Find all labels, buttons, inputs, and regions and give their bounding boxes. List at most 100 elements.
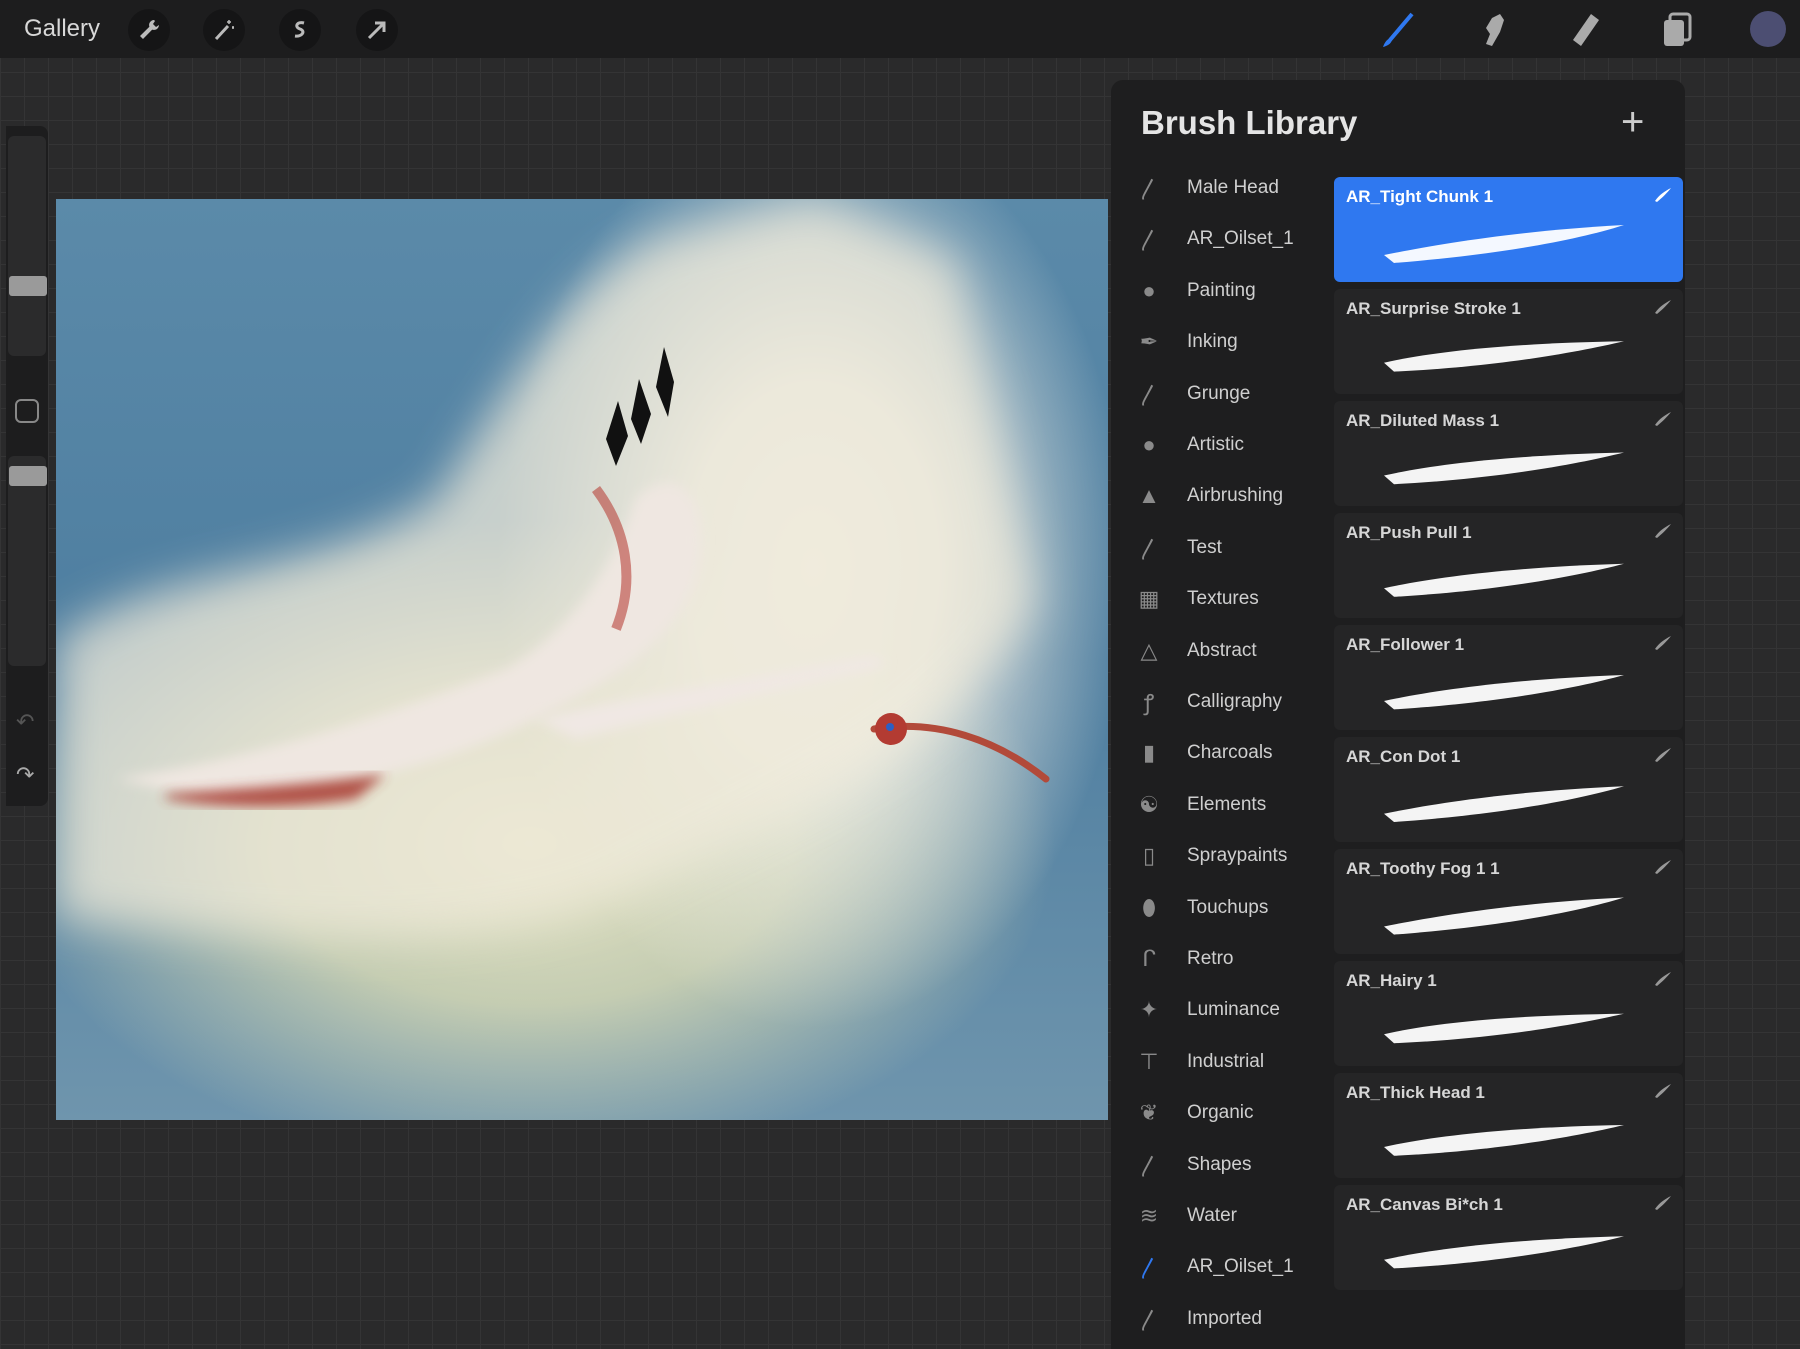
brush-set-label: Imported <box>1187 1307 1262 1329</box>
brush-item[interactable]: AR_Con Dot 1 <box>1334 737 1683 842</box>
brush-set-label: Industrial <box>1187 1050 1265 1072</box>
brush-item[interactable]: AR_Hairy 1 <box>1334 961 1683 1066</box>
brush-item[interactable]: AR_Canvas Bi*ch 1 <box>1334 1185 1683 1290</box>
brush-set-organic[interactable]: ❦ Organic <box>1129 1091 1339 1135</box>
brush-set-artistic[interactable]: ● Artistic <box>1129 423 1339 467</box>
brush-set-touchups[interactable]: ⬮ Touchups <box>1129 886 1339 930</box>
brush-stroke-icon <box>1655 860 1671 874</box>
redo-icon[interactable]: ↷ <box>16 762 34 788</box>
brush-set-male-head[interactable]: 〳 Male Head <box>1129 166 1339 210</box>
brush-set-imported[interactable]: 〳 Imported <box>1129 1297 1339 1341</box>
brush-stroke-preview <box>1384 1013 1624 1044</box>
brush-name: AR_Push Pull 1 <box>1346 523 1472 542</box>
layers-icon[interactable] <box>1656 10 1696 50</box>
brush-stroke-icon: 〳 <box>1137 228 1160 254</box>
brush-item[interactable]: AR_Follower 1 <box>1334 625 1683 730</box>
brush-set-label: Water <box>1187 1205 1237 1226</box>
selection-icon[interactable] <box>279 9 321 51</box>
brush-stroke-icon <box>1655 636 1671 650</box>
brush-stroke-icon <box>1655 1084 1671 1098</box>
brush-name: AR_Surprise Stroke 1 <box>1346 299 1521 318</box>
brush-item[interactable]: AR_Diluted Mass 1 <box>1334 401 1683 506</box>
brush-set-grunge[interactable]: 〳 Grunge <box>1129 372 1339 416</box>
brush-set-label: Touchups <box>1187 896 1269 918</box>
retro-icon: ᒋ <box>1142 946 1156 971</box>
brush-item[interactable]: AR_Surprise Stroke 1 <box>1334 289 1683 394</box>
gallery-button[interactable]: Gallery <box>24 15 100 43</box>
brush-set-water[interactable]: ≋ Water <box>1129 1194 1339 1238</box>
brush-set-calligraphy[interactable]: ꝭ Calligraphy <box>1129 680 1339 724</box>
brush-set-label: Elements <box>1187 793 1267 815</box>
yin-yang-icon: ☯ <box>1139 791 1159 817</box>
brush-icon[interactable] <box>1378 10 1418 50</box>
brush-stroke-preview <box>1384 452 1624 485</box>
brush-library-panel: Brush Library + 〳 Male Head 〳 AR_Oilset_1 ● P… <box>1111 80 1685 1349</box>
color-picker-button[interactable] <box>1750 11 1786 47</box>
brush-set-shapes[interactable]: 〳 Shapes <box>1129 1143 1339 1187</box>
bird-painting <box>56 199 1050 939</box>
opacity-slider[interactable] <box>8 456 47 666</box>
opacity-slider-thumb[interactable] <box>9 466 47 486</box>
brush-item[interactable]: AR_Tight Chunk 1 <box>1334 177 1683 282</box>
brush-stroke-icon: 〳 <box>1137 1307 1160 1333</box>
brush-set-retro[interactable]: ᒋ Retro <box>1129 937 1339 981</box>
undo-icon[interactable]: ↶ <box>16 709 34 735</box>
magic-wand-icon[interactable] <box>203 9 245 51</box>
charcoal-icon: ▮ <box>1142 740 1156 766</box>
brush-set-textures[interactable]: ▦ Textures <box>1129 577 1339 621</box>
spray-can-icon: ▯ <box>1142 843 1156 869</box>
brush-stroke-preview <box>1384 563 1624 597</box>
brush-stroke-preview <box>1384 225 1624 263</box>
eraser-icon[interactable] <box>1565 10 1605 50</box>
brush-stroke-icon <box>1655 300 1671 314</box>
wrench-icon[interactable] <box>128 9 170 51</box>
add-brush-button[interactable]: + <box>1621 102 1644 142</box>
modify-button[interactable] <box>15 399 39 423</box>
smudge-icon[interactable] <box>1472 10 1512 50</box>
brush-size-slider[interactable] <box>8 136 47 356</box>
brush-stroke-icon <box>1655 412 1671 426</box>
brush-stroke-icon <box>1655 748 1671 762</box>
airbrush-icon: ▲ <box>1138 483 1160 509</box>
touchup-icon: ⬮ <box>1142 894 1156 920</box>
brush-stroke-icon: 〳 <box>1137 1256 1160 1282</box>
brush-set-painting[interactable]: ● Painting <box>1129 269 1339 313</box>
checker-icon: ▦ <box>1138 586 1160 612</box>
brush-item[interactable]: AR_Thick Head 1 <box>1334 1073 1683 1178</box>
brush-set-label: Retro <box>1187 948 1234 969</box>
brush-set-industrial[interactable]: ⊤ Industrial <box>1129 1040 1339 1084</box>
brush-set-ar-oilset-1[interactable]: 〳 AR_Oilset_1 <box>1129 1245 1339 1289</box>
brush-set-label: Spraypaints <box>1187 845 1288 867</box>
brush-stroke-icon: 〳 <box>1137 177 1160 202</box>
brush-set-label: Charcoals <box>1187 742 1273 764</box>
painting-canvas[interactable] <box>56 199 1108 1120</box>
transform-arrow-icon[interactable] <box>356 9 398 51</box>
brush-set-label: Organic <box>1187 1102 1254 1124</box>
brush-set-label: AR_Oilset_1 <box>1187 1256 1294 1278</box>
brush-set-spraypaints[interactable]: ▯ Spraypaints <box>1129 834 1339 878</box>
brush-set-luminance[interactable]: ✦ Luminance <box>1129 988 1339 1032</box>
brush-set-abstract[interactable]: △ Abstract <box>1129 629 1339 673</box>
brush-stroke-preview <box>1384 1125 1624 1156</box>
brush-stroke-preview <box>1384 786 1624 822</box>
brush-item[interactable]: AR_Push Pull 1 <box>1334 513 1683 618</box>
brush-stroke-icon <box>1655 188 1671 202</box>
brush-set-label: Male Head <box>1187 177 1279 198</box>
brush-stroke-preview <box>1384 1236 1624 1269</box>
brush-set-label: Luminance <box>1187 999 1280 1021</box>
brush-stroke-preview <box>1384 341 1624 372</box>
brush-item[interactable]: AR_Toothy Fog 1 1 <box>1334 849 1683 954</box>
brush-set-ar-oilset-1[interactable]: 〳 AR_Oilset_1 <box>1129 217 1339 261</box>
brush-set-inking[interactable]: ✒ Inking <box>1129 320 1339 364</box>
brush-set-charcoals[interactable]: ▮ Charcoals <box>1129 731 1339 775</box>
leaf-icon: ❦ <box>1139 1100 1159 1126</box>
brush-set-elements[interactable]: ☯ Elements <box>1129 783 1339 827</box>
brush-name: AR_Con Dot 1 <box>1346 747 1461 766</box>
brush-stroke-icon <box>1655 524 1671 538</box>
size-slider-thumb[interactable] <box>9 276 47 296</box>
brush-name: AR_Hairy 1 <box>1346 971 1437 990</box>
panel-title: Brush Library <box>1141 104 1358 141</box>
brush-set-test[interactable]: 〳 Test <box>1129 526 1339 570</box>
brush-set-airbrushing[interactable]: ▲ Airbrushing <box>1129 474 1339 518</box>
brush-stroke-icon: 〳 <box>1137 382 1160 408</box>
